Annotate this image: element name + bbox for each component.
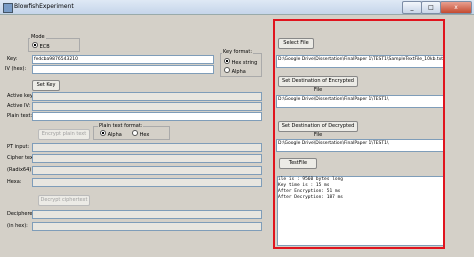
radio-icon bbox=[224, 67, 230, 73]
active-key-label: Active key: bbox=[7, 93, 35, 99]
key-format-hex-radio[interactable]: Hex string bbox=[224, 58, 257, 66]
pt-input-label: PT input: bbox=[7, 144, 30, 150]
highlight-box bbox=[273, 19, 445, 249]
key-format-alpha-radio[interactable]: Alpha bbox=[224, 67, 246, 75]
close-button[interactable]: x bbox=[440, 1, 472, 14]
hexa-field bbox=[32, 178, 262, 187]
key-format-alpha-label: Alpha bbox=[231, 69, 246, 75]
radix64-field bbox=[32, 166, 262, 175]
radix64-label: (Radix64) bbox=[7, 167, 32, 173]
pt-format-hex-radio[interactable]: Hex bbox=[132, 130, 149, 138]
key-field[interactable]: fedcba9876543210 bbox=[32, 55, 214, 64]
in-hex-field bbox=[32, 222, 262, 231]
in-hex-label: (in hex): bbox=[7, 223, 28, 229]
iv-field[interactable] bbox=[32, 65, 214, 74]
maximize-button[interactable]: □ bbox=[421, 1, 441, 14]
window-title: BlowfishExperiment bbox=[14, 3, 74, 10]
plain-text-field[interactable] bbox=[32, 112, 262, 121]
key-value: fedcba9876543210 bbox=[34, 57, 78, 62]
mode-ecb-label: ECB bbox=[39, 44, 50, 50]
plain-text-label: Plain text: bbox=[7, 113, 33, 119]
decrypt-ciphertext-button[interactable]: Decrypt ciphertext bbox=[38, 195, 90, 206]
pt-format-hex-label: Hex bbox=[139, 132, 150, 138]
set-key-button[interactable]: Set Key bbox=[32, 80, 60, 91]
encrypt-plain-text-button[interactable]: Encrypt plain text bbox=[38, 129, 90, 140]
hexa-label: Hexa: bbox=[7, 179, 22, 185]
pt-input-field bbox=[32, 143, 262, 152]
pt-format-alpha-label: Alpha bbox=[107, 132, 122, 138]
key-format-hex-label: Hex string bbox=[231, 60, 258, 66]
minimize-button[interactable]: _ bbox=[402, 1, 422, 14]
active-key-field bbox=[32, 92, 262, 101]
radio-icon bbox=[132, 130, 138, 136]
radio-icon bbox=[224, 58, 230, 64]
active-iv-label: Active IV: bbox=[7, 103, 31, 109]
plain-text-format-label: Plain text format: bbox=[98, 123, 144, 129]
deciphered-field bbox=[32, 210, 262, 219]
app-icon bbox=[3, 3, 13, 13]
pt-format-alpha-radio[interactable]: Alpha bbox=[100, 130, 122, 138]
cipher-text-field bbox=[32, 154, 262, 163]
active-iv-field bbox=[32, 102, 262, 111]
key-format-label: Key format: bbox=[222, 49, 254, 55]
iv-label: IV (hex): bbox=[5, 66, 27, 72]
radio-icon bbox=[32, 42, 38, 48]
radio-icon bbox=[100, 130, 106, 136]
mode-label: Mode bbox=[30, 34, 46, 40]
mode-ecb-radio[interactable]: ECB bbox=[32, 42, 50, 50]
key-label: Key: bbox=[7, 56, 18, 62]
